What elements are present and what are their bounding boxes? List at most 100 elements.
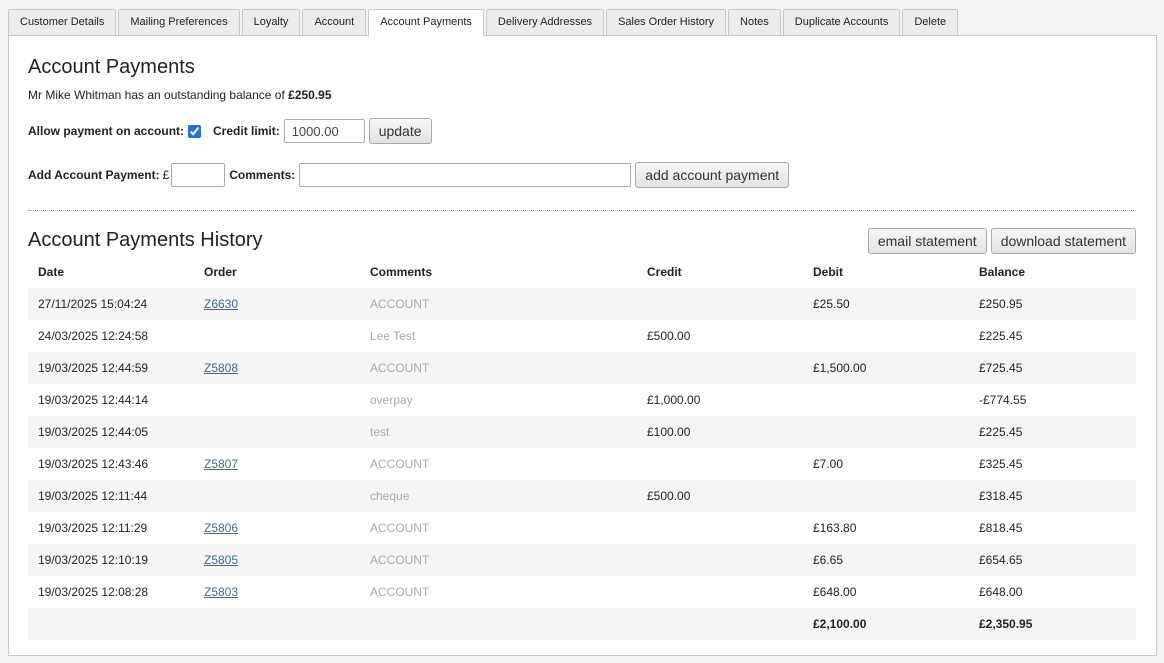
totals-row: £2,100.00 £2,350.95 [28, 608, 1136, 640]
account-payments-panel: Account Payments Mr Mike Whitman has an … [8, 35, 1157, 656]
table-row: 19/03/2025 12:08:28 Z5803 ACCOUNT £648.00 £6… [28, 576, 1136, 608]
cell-debit [803, 320, 969, 352]
tab-duplicate-accounts[interactable]: Duplicate Accounts [782, 9, 901, 35]
cell-date: 19/03/2025 12:11:44 [38, 489, 148, 503]
total-date [28, 608, 194, 640]
table-row: 19/03/2025 12:10:19 Z5805 ACCOUNT £6.65 £654… [28, 544, 1136, 576]
download-statement-button[interactable]: download statement [990, 228, 1136, 254]
order-link[interactable]: Z5808 [204, 361, 238, 375]
account-settings-row: Allow payment on account: Credit limit: … [28, 118, 432, 144]
order-link[interactable]: Z5803 [204, 585, 238, 599]
order-link[interactable]: Z5806 [204, 521, 238, 535]
table-header-row: Date Order Comments Credit Debit Balance [28, 256, 1136, 288]
table-row: 24/03/2025 12:24:58 Lee Test £500.00 £225.4… [28, 320, 1136, 352]
cell-credit [637, 576, 803, 608]
cell-order: Z5805 [194, 544, 360, 576]
cell-debit [803, 480, 969, 512]
cell-debit [803, 416, 969, 448]
cell-date: 19/03/2025 12:11:29 [38, 521, 148, 535]
payment-comments-input[interactable] [299, 163, 632, 187]
cell-order [194, 416, 360, 448]
cell-date: 19/03/2025 12:08:28 [38, 585, 149, 599]
cell-credit: £100.00 [647, 425, 691, 439]
table-row: 19/03/2025 12:43:46 Z5807 ACCOUNT £7.00 £325… [28, 448, 1136, 480]
cell-balance: -£774.55 [979, 393, 1027, 407]
column-header-order: Order [204, 265, 237, 279]
cell-date: 19/03/2025 12:44:14 [38, 393, 149, 407]
cell-credit: £500.00 [647, 329, 691, 343]
credit-limit-label: Credit limit: [213, 124, 280, 138]
add-account-payment-button[interactable]: add account payment [635, 162, 790, 188]
cell-comments: cheque [370, 489, 410, 503]
cell-balance: £318.45 [979, 489, 1023, 503]
history-title: Account Payments History [28, 229, 263, 251]
cell-debit [803, 384, 969, 416]
tab-customer-details[interactable]: Customer Details [8, 9, 117, 35]
cell-comments: ACCOUNT [370, 585, 430, 599]
cell-order: Z5806 [194, 512, 360, 544]
cell-balance: £250.95 [979, 297, 1023, 311]
payment-amount-input[interactable] [171, 163, 226, 187]
cell-debit: £25.50 [813, 297, 850, 311]
cell-date: 19/03/2025 12:44:05 [38, 425, 149, 439]
tab-account[interactable]: Account [302, 9, 367, 35]
cell-order [194, 320, 360, 352]
table-row: 19/03/2025 12:44:14 overpay £1,000.00 -£774… [28, 384, 1136, 416]
cell-date: 19/03/2025 12:44:59 [38, 361, 149, 375]
order-link[interactable]: Z5807 [204, 457, 238, 471]
email-statement-button[interactable]: email statement [867, 228, 987, 254]
statement-buttons: email statement download statement [867, 228, 1136, 254]
cell-credit: £1,000.00 [647, 393, 701, 407]
tab-delete[interactable]: Delete [902, 9, 959, 35]
total-balance: £2,350.95 [979, 617, 1033, 631]
payments-history-table: Date Order Comments Credit Debit Balance… [28, 256, 1136, 640]
section-divider [28, 210, 1136, 211]
total-credit [637, 608, 803, 640]
allow-payment-label: Allow payment on account: [28, 124, 185, 138]
comments-label: Comments: [229, 168, 296, 182]
cell-balance: £648.00 [979, 585, 1023, 599]
update-button[interactable]: update [368, 118, 432, 144]
cell-order [194, 480, 360, 512]
table-row: 19/03/2025 12:44:05 test £100.00 £225.45 [28, 416, 1136, 448]
credit-limit-input[interactable] [283, 119, 365, 143]
cell-order [194, 384, 360, 416]
cell-balance: £325.45 [979, 457, 1023, 471]
table-row: 19/03/2025 12:11:44 cheque £500.00 £318.45 [28, 480, 1136, 512]
outstanding-balance-text: Mr Mike Whitman has an outstanding balan… [28, 88, 332, 102]
order-link[interactable]: Z5805 [204, 553, 238, 567]
cell-comments: test [370, 425, 390, 439]
balance-prefix: Mr Mike Whitman has an outstanding balan… [28, 88, 289, 102]
table-row: 19/03/2025 12:44:59 Z5808 ACCOUNT £1,500.00… [28, 352, 1136, 384]
tab-sales-order-history[interactable]: Sales Order History [606, 9, 727, 35]
tab-mailing-preferences[interactable]: Mailing Preferences [118, 9, 240, 35]
cell-credit [637, 352, 803, 384]
cell-balance: £654.65 [979, 553, 1023, 567]
page-title: Account Payments [28, 56, 195, 78]
cell-credit: £500.00 [647, 489, 691, 503]
total-comments [360, 608, 637, 640]
balance-value: £250.95 [288, 88, 332, 102]
tab-delivery-addresses[interactable]: Delivery Addresses [485, 9, 605, 35]
cell-comments: ACCOUNT [370, 297, 430, 311]
currency-symbol: £ [162, 168, 170, 182]
total-debit: £2,100.00 [813, 617, 867, 631]
allow-payment-checkbox[interactable] [188, 124, 202, 138]
tab-loyalty[interactable]: Loyalty [241, 9, 301, 35]
cell-comments: overpay [370, 393, 413, 407]
cell-comments: ACCOUNT [370, 457, 430, 471]
column-header-balance: Balance [979, 265, 1026, 279]
cell-debit: £648.00 [813, 585, 857, 599]
add-payment-row: Add Account Payment: £ Comments: add acc… [28, 162, 790, 188]
order-link[interactable]: Z6630 [204, 297, 238, 311]
cell-date: 27/11/2025 15:04:24 [38, 297, 148, 311]
cell-credit [637, 512, 803, 544]
cell-order: Z5807 [194, 448, 360, 480]
cell-debit: £7.00 [813, 457, 844, 471]
cell-balance: £818.45 [979, 521, 1023, 535]
cell-comments: ACCOUNT [370, 553, 430, 567]
tab-account-payments[interactable]: Account Payments [368, 9, 484, 36]
tab-notes[interactable]: Notes [728, 9, 781, 35]
cell-date: 24/03/2025 12:24:58 [38, 329, 149, 343]
cell-debit: £6.65 [813, 553, 844, 567]
